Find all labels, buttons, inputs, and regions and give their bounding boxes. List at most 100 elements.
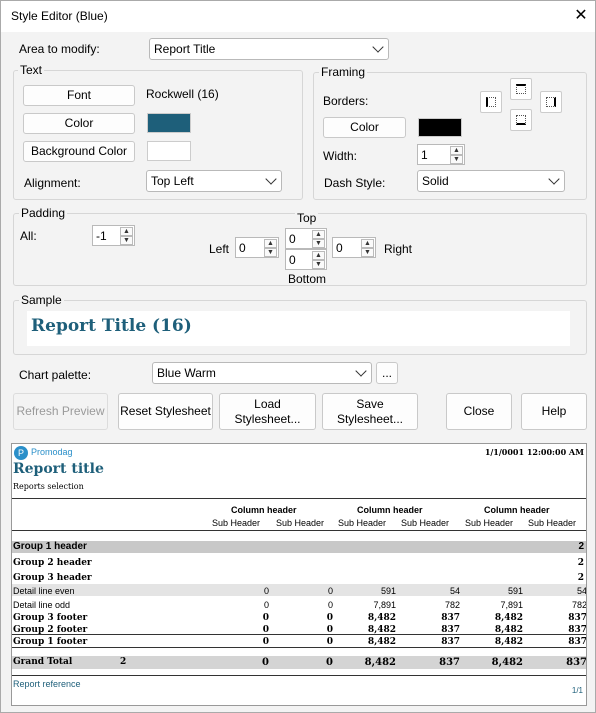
alignment-label: Alignment:: [24, 176, 81, 190]
grand-total-value: 0: [326, 657, 333, 668]
padding-right-value: 0: [336, 240, 343, 255]
grand-total-value: 8,482: [364, 657, 396, 668]
border-right-icon[interactable]: [540, 91, 562, 113]
refresh-preview-button[interactable]: Refresh Preview: [13, 393, 108, 430]
padding-all-stepper[interactable]: -1 ▲ ▼: [92, 225, 135, 246]
area-label: Area to modify:: [19, 42, 100, 56]
spin-up-icon[interactable]: ▲: [450, 146, 463, 155]
save-stylesheet-button[interactable]: Save Stylesheet...: [322, 393, 418, 430]
alignment-value: Top Left: [151, 174, 194, 188]
group2-header: Group 2 header: [13, 558, 92, 568]
divider: [12, 675, 586, 676]
row-value: 837: [568, 637, 587, 647]
padding-legend: Padding: [19, 206, 68, 220]
dash-style-label: Dash Style:: [324, 176, 386, 190]
sub-header: Sub Header: [276, 518, 325, 528]
palette-select[interactable]: Blue Warm: [152, 362, 372, 384]
group1-band: [12, 541, 586, 553]
dash-style-select[interactable]: Solid: [417, 170, 565, 192]
spin-down-icon[interactable]: ▼: [361, 248, 374, 257]
row-value: 0: [262, 613, 269, 623]
spin-down-icon[interactable]: ▼: [312, 239, 325, 248]
row-label: Detail line even: [13, 586, 75, 596]
chevron-down-icon: [355, 365, 367, 377]
background-color-button[interactable]: Background Color: [23, 141, 135, 162]
grand-total-value: 8,482: [491, 657, 523, 668]
border-left-icon[interactable]: [480, 91, 502, 113]
spin-up-icon[interactable]: ▲: [361, 239, 374, 248]
left-label: Left: [209, 242, 230, 256]
sample-preview: Report Title (16): [27, 311, 570, 346]
grand-total-label: Grand Total: [13, 657, 73, 667]
reset-stylesheet-button[interactable]: Reset Stylesheet: [118, 393, 213, 430]
logo-text: Promodag: [31, 447, 73, 457]
row-value: 7,891: [373, 600, 396, 610]
row-value: 8,482: [367, 613, 396, 623]
close-icon[interactable]: ✕: [569, 4, 593, 28]
row-value: 837: [568, 613, 587, 623]
spin-up-icon[interactable]: ▲: [312, 230, 325, 239]
row-value: 837: [441, 637, 460, 647]
padding-left-stepper[interactable]: 0 ▲ ▼: [235, 237, 279, 258]
spin-down-icon[interactable]: ▼: [312, 260, 325, 269]
row-value: 0: [326, 613, 333, 623]
group3-header: Group 3 header: [13, 573, 92, 583]
spin-down-icon[interactable]: ▼: [120, 236, 133, 245]
padding-bottom-stepper[interactable]: 0 ▲ ▼: [285, 249, 327, 270]
all-label: All:: [20, 229, 37, 243]
row-value: 8,482: [494, 637, 523, 647]
report-title: Report title: [13, 461, 104, 477]
padding-all-value: -1: [96, 228, 107, 243]
style-editor-window: Style Editor (Blue) ✕ Area to modify: Re…: [0, 0, 596, 713]
sub-header: Sub Header: [212, 518, 261, 528]
palette-more-button[interactable]: ...: [376, 362, 398, 384]
alignment-select[interactable]: Top Left: [146, 170, 282, 192]
spin-up-icon[interactable]: ▲: [264, 239, 277, 248]
spin-up-icon[interactable]: ▲: [312, 251, 325, 260]
padding-right-stepper[interactable]: 0 ▲ ▼: [332, 237, 376, 258]
divider: [12, 498, 586, 499]
group1-value: 2: [578, 541, 584, 552]
spin-down-icon[interactable]: ▼: [450, 155, 463, 164]
padding-top-stepper[interactable]: 0 ▲ ▼: [285, 228, 327, 249]
border-top-icon[interactable]: [510, 78, 532, 100]
report-reference[interactable]: Report reference: [13, 679, 81, 689]
padding-top-value: 0: [289, 231, 296, 246]
report-preview: P Promodag 1/1/0001 12:00:00 AM Report t…: [11, 443, 587, 706]
load-stylesheet-button[interactable]: Load Stylesheet...: [219, 393, 316, 430]
row-value: 54: [449, 586, 460, 596]
border-bottom-icon[interactable]: [510, 109, 532, 131]
font-button[interactable]: Font: [23, 85, 135, 106]
row-value: 7,891: [500, 600, 523, 610]
row-value: 782: [571, 600, 587, 610]
page-number: 1/1: [571, 686, 583, 695]
background-color-swatch: [147, 141, 191, 161]
row-value: 591: [507, 586, 523, 596]
grand-total-value: 0: [262, 657, 269, 668]
chevron-down-icon: [372, 41, 384, 53]
right-label: Right: [384, 242, 413, 256]
padding-bottom-value: 0: [289, 252, 296, 267]
width-label: Width:: [323, 149, 358, 163]
window-title: Style Editor (Blue): [11, 9, 108, 23]
row-value: 0: [263, 600, 269, 610]
chevron-down-icon: [265, 173, 277, 185]
sample-legend: Sample: [19, 293, 64, 307]
help-button[interactable]: Help: [521, 393, 587, 430]
width-stepper[interactable]: 1 ▲ ▼: [417, 144, 465, 165]
framing-color-button[interactable]: Color: [323, 117, 406, 138]
sub-header: Sub Header: [528, 518, 577, 528]
row-value: 8,482: [494, 613, 523, 623]
close-button[interactable]: Close: [446, 393, 512, 430]
text-color-button[interactable]: Color: [23, 113, 135, 134]
column-header: Column header: [357, 505, 423, 515]
sample-text: Report Title (16): [31, 316, 192, 336]
area-select[interactable]: Report Title: [149, 38, 389, 60]
bottom-label: Bottom: [288, 272, 327, 286]
spin-down-icon[interactable]: ▼: [264, 248, 277, 257]
report-subtitle: Reports selection: [13, 482, 84, 491]
chevron-down-icon: [548, 173, 560, 185]
framing-legend: Framing: [319, 65, 368, 79]
row-label: Group 1 footer: [13, 637, 88, 647]
spin-up-icon[interactable]: ▲: [120, 227, 133, 236]
